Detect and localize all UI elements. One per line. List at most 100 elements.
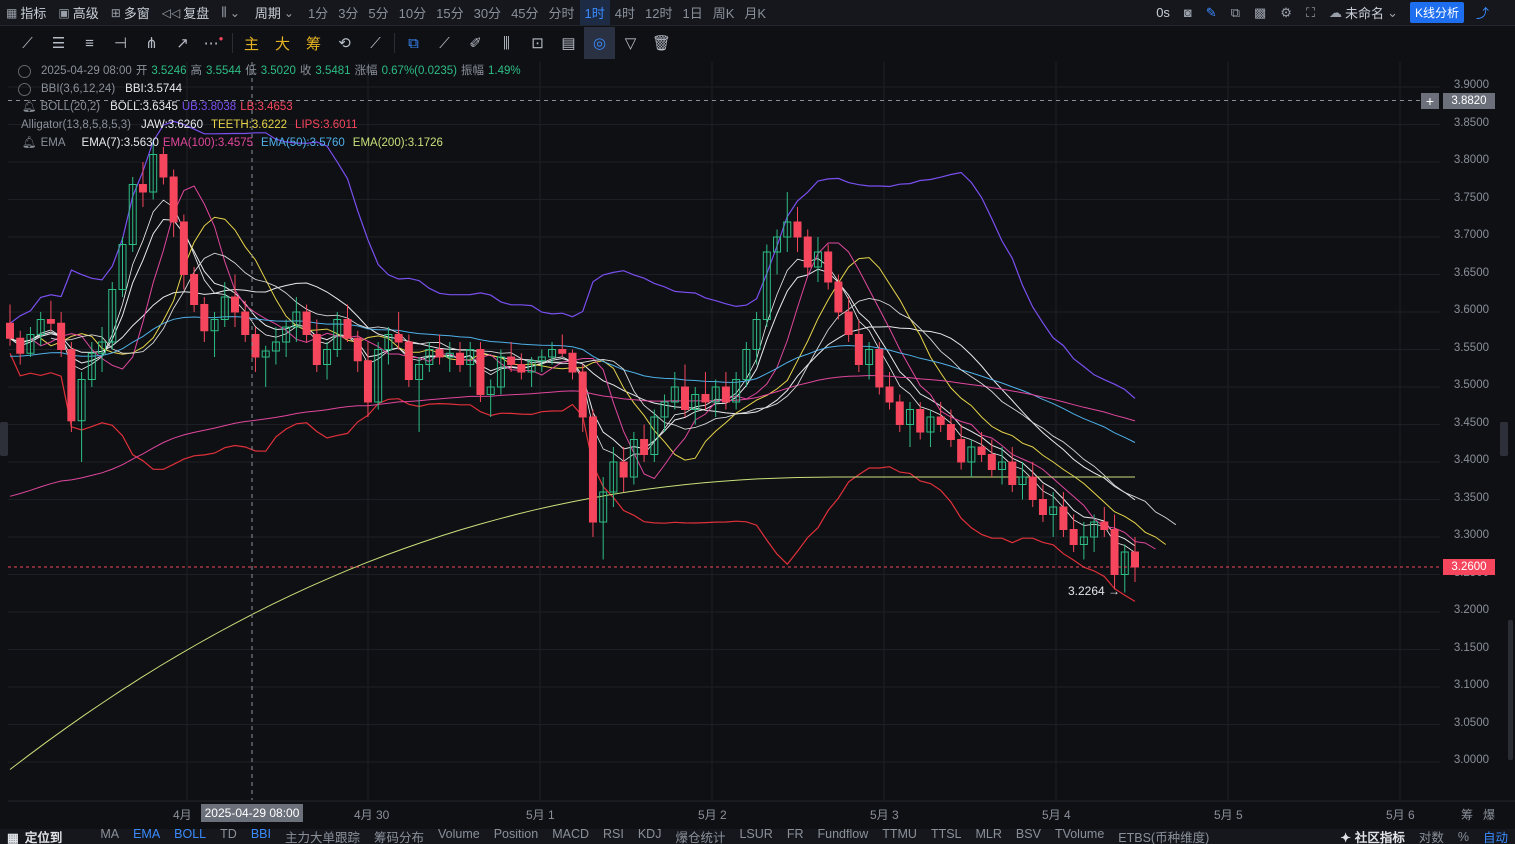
timeframe-tab-5[interactable]: 30分 — [469, 0, 506, 25]
sync-icon[interactable]: ⟲ — [329, 27, 360, 59]
period-dropdown[interactable]: 周期 ⌄ — [249, 0, 303, 25]
chips-button[interactable]: 筹 — [298, 27, 329, 59]
trash-icon[interactable]: 🗑 — [646, 27, 677, 59]
kline-analysis-button[interactable]: K线分析 — [1409, 2, 1464, 23]
timeframe-tab-0[interactable]: 1分 — [303, 0, 333, 25]
indicator-tab-7[interactable]: Volume — [431, 829, 487, 844]
lock-icon[interactable]: ⊡ — [522, 27, 553, 59]
collapse-icon[interactable] — [18, 64, 31, 78]
arrow-tool-icon[interactable]: ↗ — [167, 27, 198, 59]
change-label: 涨幅 — [354, 65, 378, 77]
timeframe-tab-1[interactable]: 3分 — [333, 0, 363, 25]
indicator-tab-18[interactable]: MLR — [969, 829, 1009, 844]
indicators-button[interactable]: ▦ 指标 — [0, 0, 52, 25]
bell-icon[interactable]: 🔔︎ — [22, 98, 37, 116]
indicator-tab-17[interactable]: TTSL — [924, 829, 969, 844]
big-chip-button[interactable]: 大 — [267, 27, 298, 59]
log-scale-toggle[interactable]: 对数 — [1412, 829, 1451, 844]
candle-body — [783, 221, 792, 238]
timeframe-tab-9[interactable]: 4时 — [610, 0, 640, 25]
plus-icon[interactable]: + — [1421, 92, 1439, 109]
community-indicators-button[interactable]: ✦ 社区指标 — [1333, 829, 1412, 844]
image-icon[interactable]: ▩ — [1248, 0, 1272, 25]
settings-icon[interactable]: ⚙ — [1274, 0, 1298, 25]
pencil-icon[interactable]: ✎ — [1200, 0, 1223, 25]
advanced-button[interactable]: ▣ 高级 — [52, 0, 104, 25]
indicator-tab-13[interactable]: LSUR — [732, 829, 779, 844]
bars-icon[interactable]: ⫼ — [491, 27, 522, 59]
indicator-tab-8[interactable]: Position — [487, 829, 545, 844]
candle-body — [752, 319, 761, 350]
left-panel-handle[interactable] — [0, 422, 8, 456]
candle-body — [425, 349, 434, 365]
camera-icon[interactable]: ◙ — [1178, 0, 1198, 25]
candle-body — [916, 409, 925, 433]
indicator-tab-5[interactable]: 主力大单跟踪 — [278, 829, 367, 844]
timeframe-tab-3[interactable]: 10分 — [394, 0, 431, 25]
price-tick-label: 3.2000 — [1453, 604, 1489, 616]
indicator-tab-14[interactable]: FR — [780, 829, 811, 844]
timeframe-tab-4[interactable]: 15分 — [431, 0, 468, 25]
cloud-save-button[interactable]: ☁ 未命名 ⌄ — [1323, 0, 1404, 25]
template-icon[interactable]: ▤ — [553, 27, 584, 59]
hide-drawings-icon[interactable]: ⟋ — [360, 27, 391, 59]
multiwindow-button[interactable]: ⊞ 多窗 — [105, 0, 156, 25]
right-panel-handle[interactable] — [1500, 422, 1508, 456]
more-tools-icon[interactable]: ⋯ ● — [198, 27, 229, 59]
indicator-tab-6[interactable]: 筹码分布 — [367, 829, 431, 844]
indicator-tab-11[interactable]: KDJ — [631, 829, 669, 844]
boll-mid: BOLL:3.6345 — [110, 101, 178, 113]
indicator-tab-10[interactable]: RSI — [596, 829, 631, 844]
indicator-tab-9[interactable]: MACD — [545, 829, 596, 844]
filter-icon[interactable]: ▽ — [615, 27, 646, 59]
timeframe-tab-7[interactable]: 分时 — [544, 0, 580, 25]
share-icon[interactable]: ⤴ — [1470, 0, 1495, 25]
line-tool-icon[interactable]: ⟋ — [12, 27, 43, 59]
collapse-icon[interactable] — [18, 82, 31, 96]
scrollbar[interactable] — [1508, 620, 1513, 760]
horizontal-lines-icon[interactable]: ≡ — [74, 27, 105, 59]
copy-icon[interactable]: ⧉ — [398, 27, 429, 59]
pitchfork-icon[interactable]: ⋔ — [136, 27, 167, 59]
chips-axis-label[interactable]: 筹 — [1461, 806, 1473, 823]
indicator-tab-0[interactable]: MA — [93, 829, 126, 844]
indicator-tab-4[interactable]: BBI — [244, 829, 278, 844]
timeframe-tab-12[interactable]: 周K — [708, 0, 740, 25]
right-tools: 0s ◙ ✎ ⧉ ▩ ⚙ ⛶ ☁ 未命名 ⌄ K线分析 ⤴ — [1150, 0, 1495, 25]
timeframe-tab-11[interactable]: 1日 — [677, 0, 707, 25]
popout-icon[interactable]: ⧉ — [1225, 0, 1246, 25]
timeframe-tab-2[interactable]: 5分 — [363, 0, 393, 25]
timeframe-tab-10[interactable]: 12时 — [640, 0, 677, 25]
chart-type-button[interactable]: ⫼ ⌄ — [215, 0, 249, 25]
indicator-tab-20[interactable]: TVolume — [1048, 829, 1111, 844]
locate-button[interactable]: ▦ 定位到 — [0, 829, 69, 844]
candle-body — [558, 349, 567, 354]
liquidation-axis-label[interactable]: 爆 — [1483, 806, 1495, 823]
replay-button[interactable]: ◁◁ 复盘 — [156, 0, 215, 25]
indicator-tab-1[interactable]: EMA — [126, 829, 167, 844]
indicator-tab-19[interactable]: BSV — [1009, 829, 1048, 844]
auto-scale-toggle[interactable]: 自动 — [1476, 829, 1515, 844]
indicator-tab-12[interactable]: 爆仓统计 — [668, 829, 732, 844]
indicator-tab-3[interactable]: TD — [213, 829, 244, 844]
ruler-icon[interactable]: ⟋ — [429, 27, 460, 59]
timeframe-tab-13[interactable]: 月K — [739, 0, 771, 25]
indicator-tab-16[interactable]: TTMU — [875, 829, 924, 844]
indicator-tab-15[interactable]: Fundflow — [811, 829, 876, 844]
community-label: 社区指标 — [1354, 831, 1405, 844]
indicator-tab-2[interactable]: BOLL — [167, 829, 213, 844]
magnet-icon[interactable]: ◎ — [584, 27, 615, 59]
candle-body — [108, 289, 117, 343]
brush-icon[interactable]: ✐ — [460, 27, 491, 59]
candle-body — [282, 326, 291, 343]
horizontal-ray-icon[interactable]: ⊣ — [105, 27, 136, 59]
fullscreen-icon[interactable]: ⛶ — [1300, 0, 1321, 25]
main-chip-button[interactable]: 主 — [236, 27, 267, 59]
date-tick-label: 4月 — [173, 808, 192, 822]
bell-icon[interactable]: 🔔︎ — [22, 134, 37, 152]
timeframe-tab-6[interactable]: 45分 — [506, 0, 543, 25]
percent-toggle[interactable]: % — [1451, 830, 1476, 844]
parallel-lines-icon[interactable]: ☰ — [43, 27, 74, 59]
timeframe-tab-8[interactable]: 1时 — [579, 0, 610, 25]
indicator-tab-21[interactable]: ETBS(币种维度) — [1111, 829, 1216, 844]
